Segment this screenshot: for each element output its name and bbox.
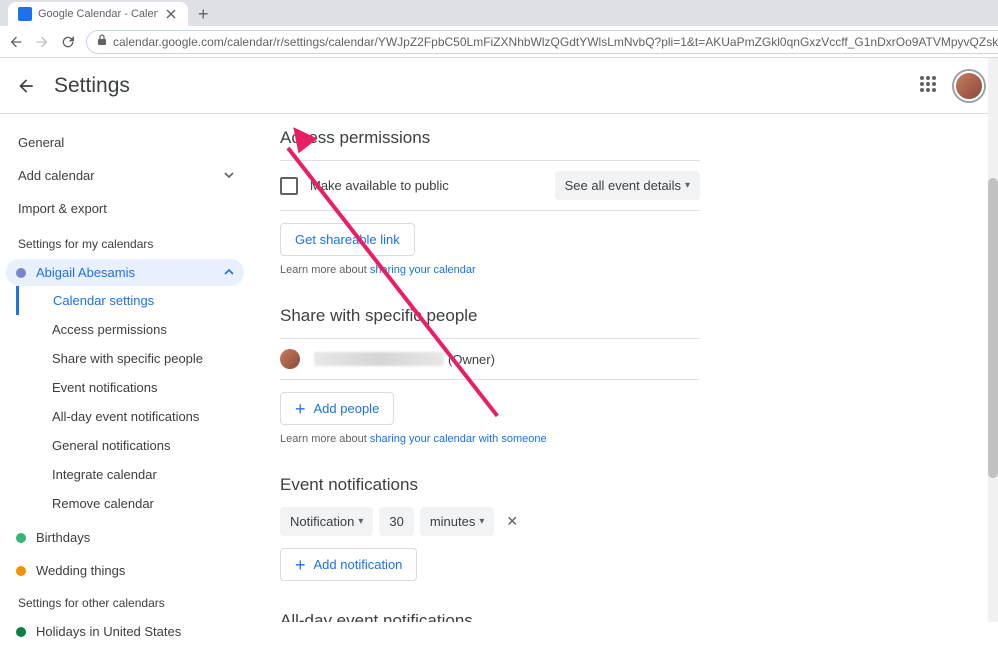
- sidebar-calendar-wedding[interactable]: Wedding things: [6, 557, 244, 584]
- chevron-down-icon: [224, 168, 234, 183]
- public-label: Make available to public: [310, 178, 555, 193]
- get-shareable-link-button[interactable]: Get shareable link: [280, 223, 415, 256]
- add-notification-button[interactable]: + Add notification: [280, 548, 417, 581]
- lock-icon: [97, 34, 107, 49]
- back-button[interactable]: [14, 74, 38, 98]
- sidebar-sub-allday-notifications[interactable]: All-day event notifications: [16, 402, 250, 431]
- remove-notification-button[interactable]: ✕: [500, 509, 524, 534]
- sidebar-sub-access-permissions[interactable]: Access permissions: [16, 315, 250, 344]
- section-allday-notifications: All-day event notifications Notification…: [280, 611, 700, 622]
- section-title: Share with specific people: [280, 306, 700, 326]
- learn-more-link[interactable]: sharing your calendar with someone: [370, 433, 547, 445]
- section-title: All-day event notifications: [280, 611, 700, 622]
- url-text: calendar.google.com/calendar/r/settings/…: [113, 35, 998, 49]
- forward-icon[interactable]: [34, 34, 50, 50]
- section-access-permissions: Access permissions Make available to pub…: [280, 128, 700, 276]
- new-tab-button[interactable]: +: [188, 2, 219, 26]
- browser-toolbar: calendar.google.com/calendar/r/settings/…: [0, 26, 998, 58]
- scrollbar[interactable]: [988, 58, 998, 622]
- person-name-redacted: [314, 352, 444, 366]
- app-header: Settings: [0, 58, 998, 114]
- notif-type-dropdown[interactable]: Notification▾: [280, 507, 373, 536]
- calendar-dot: [16, 566, 26, 576]
- sidebar-sub-integrate-calendar[interactable]: Integrate calendar: [16, 460, 250, 489]
- calendar-dot: [16, 533, 26, 543]
- chevron-down-icon: ▾: [358, 516, 363, 527]
- person-avatar: [280, 349, 300, 369]
- sidebar-my-calendars-heading: Settings for my calendars: [0, 225, 250, 259]
- public-checkbox[interactable]: [280, 177, 298, 195]
- content: General Add calendar Import & export Set…: [0, 114, 998, 622]
- sidebar-import-export[interactable]: Import & export: [0, 192, 250, 225]
- see-all-details-dropdown[interactable]: See all event details ▾: [555, 171, 700, 200]
- calendar-dot: [16, 627, 26, 637]
- learn-more-access: Learn more about sharing your calendar: [280, 264, 700, 276]
- address-bar[interactable]: calendar.google.com/calendar/r/settings/…: [86, 30, 998, 54]
- close-tab-icon[interactable]: [164, 7, 178, 21]
- sidebar-general[interactable]: General: [0, 126, 250, 159]
- tab-title: Google Calendar - Calendar se: [38, 8, 158, 20]
- apps-grid-icon[interactable]: [920, 76, 940, 96]
- sidebar-sub-calendar-settings[interactable]: Calendar settings: [16, 286, 250, 315]
- section-share-specific: Share with specific people (Owner) + Add…: [280, 306, 700, 445]
- main: Access permissions Make available to pub…: [250, 114, 998, 622]
- learn-more-share: Learn more about sharing your calendar w…: [280, 433, 700, 445]
- learn-more-link[interactable]: sharing your calendar: [370, 264, 476, 276]
- browser-tabs-bar: Google Calendar - Calendar se +: [0, 0, 998, 26]
- sidebar-sub-share-specific[interactable]: Share with specific people: [16, 344, 250, 373]
- sidebar: General Add calendar Import & export Set…: [0, 114, 250, 622]
- chevron-down-icon: ▾: [479, 516, 484, 527]
- notif-value-input[interactable]: 30: [379, 507, 413, 536]
- section-title: Event notifications: [280, 475, 700, 495]
- owner-label: (Owner): [448, 352, 495, 367]
- sidebar-calendar-abigail[interactable]: Abigail Abesamis: [6, 259, 244, 286]
- reload-icon[interactable]: [60, 34, 76, 50]
- notif-unit-dropdown[interactable]: minutes▾: [420, 507, 495, 536]
- chevron-up-icon[interactable]: [224, 265, 234, 280]
- sidebar-sub-remove-calendar[interactable]: Remove calendar: [16, 489, 250, 518]
- section-event-notifications: Event notifications Notification▾ 30 min…: [280, 475, 700, 581]
- section-title: Access permissions: [280, 128, 700, 148]
- page-title: Settings: [54, 74, 130, 98]
- sidebar-calendar-birthdays[interactable]: Birthdays: [6, 524, 244, 551]
- scrollbar-thumb[interactable]: [988, 178, 998, 478]
- calendar-dot: [16, 268, 26, 278]
- sidebar-sub-general-notifications[interactable]: General notifications: [16, 431, 250, 460]
- chevron-down-icon: ▾: [685, 180, 690, 191]
- account-avatar[interactable]: [954, 71, 984, 101]
- sidebar-sub-event-notifications[interactable]: Event notifications: [16, 373, 250, 402]
- sidebar-other-calendars-heading: Settings for other calendars: [0, 584, 250, 618]
- sidebar-calendar-holidays[interactable]: Holidays in United States: [6, 618, 244, 645]
- back-icon[interactable]: [8, 34, 24, 50]
- add-people-button[interactable]: + Add people: [280, 392, 394, 425]
- browser-tab[interactable]: Google Calendar - Calendar se: [8, 2, 188, 26]
- favicon: [18, 7, 32, 21]
- sidebar-add-calendar[interactable]: Add calendar: [0, 159, 250, 192]
